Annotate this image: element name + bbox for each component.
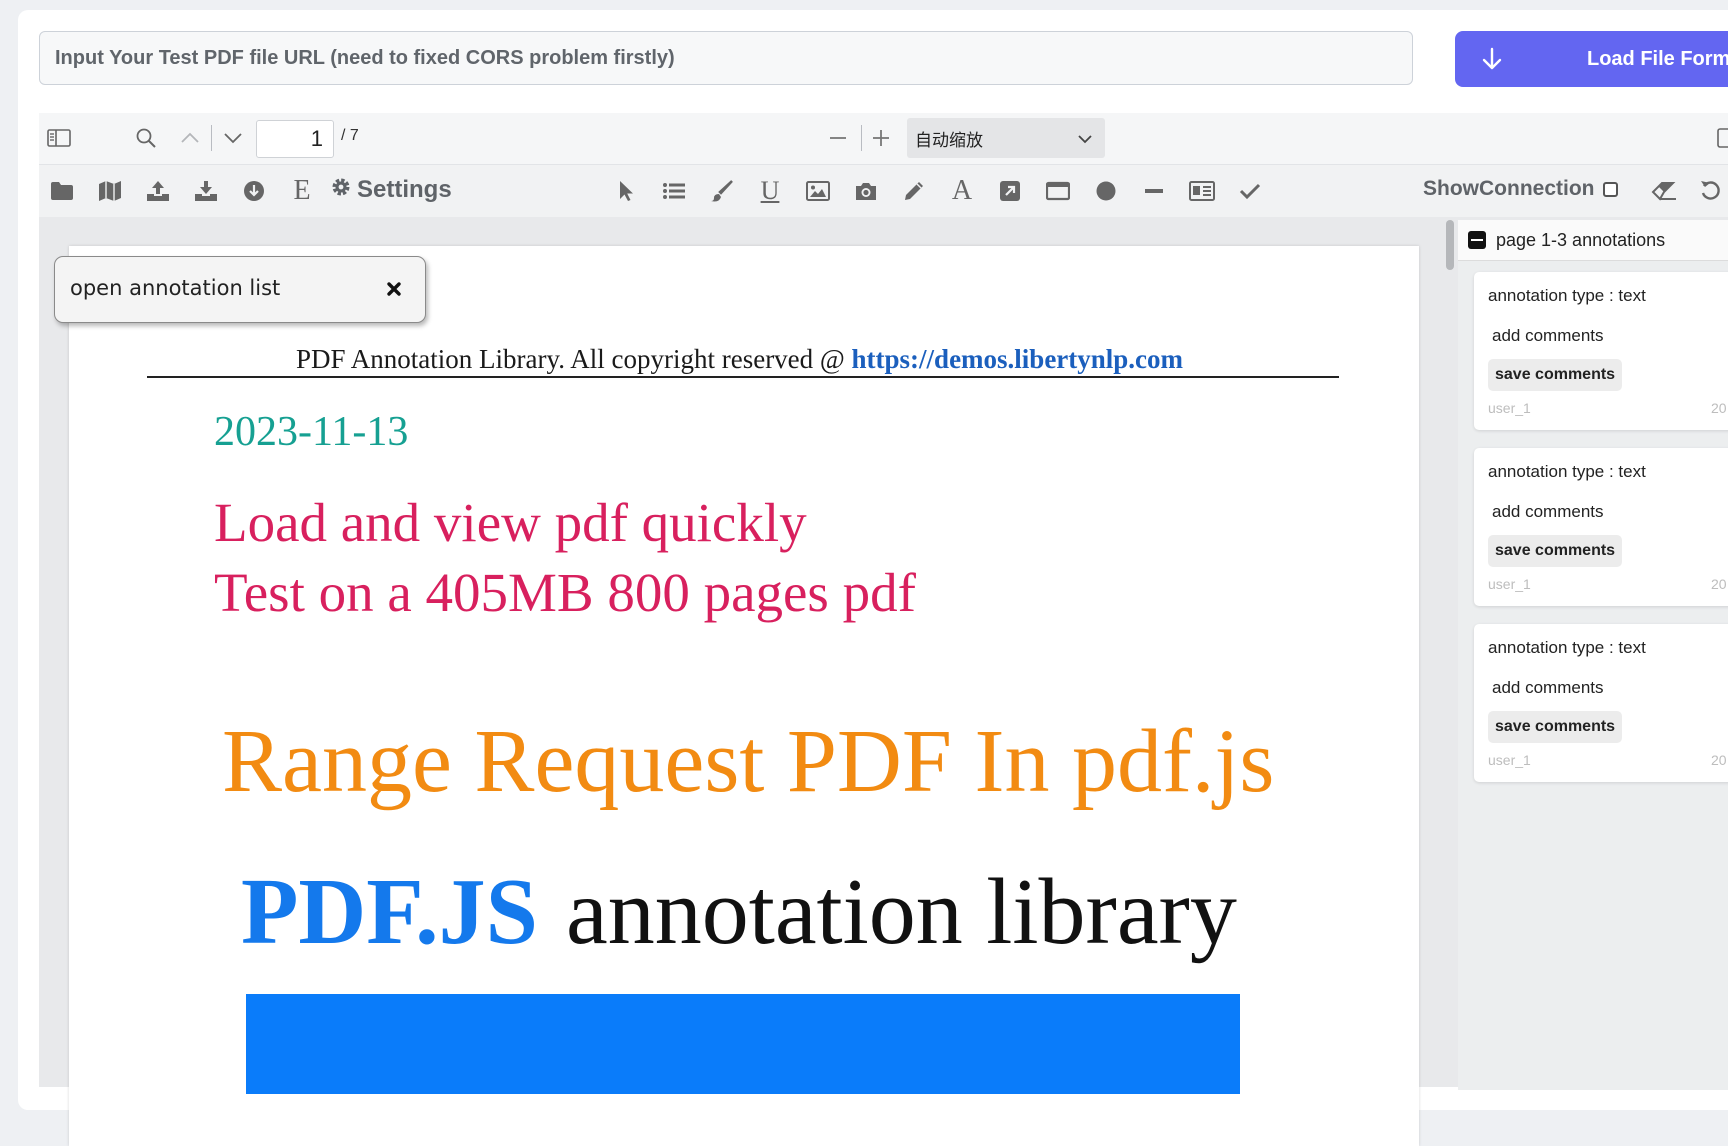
search-icon[interactable]	[134, 126, 158, 150]
annotation-type: annotation type : text	[1488, 286, 1646, 305]
pdf-header-link[interactable]: https://demos.libertynlp.com	[852, 344, 1184, 374]
viewer-scrollbar[interactable]	[1446, 220, 1454, 270]
show-connection-toggle: ShowConnection	[1423, 177, 1618, 201]
annotation-card: annotation type : text add comments save…	[1474, 448, 1728, 606]
pdf-js-label: PDF.JS	[241, 860, 538, 964]
chevron-down-icon	[1077, 130, 1093, 150]
annotation-user: user_1	[1488, 576, 1531, 592]
show-connection-checkbox[interactable]	[1602, 181, 1618, 197]
annotation-date: 20	[1711, 752, 1727, 768]
eraser-icon[interactable]	[1650, 177, 1678, 205]
close-icon[interactable]	[381, 276, 407, 302]
save-comments-button[interactable]: save comments	[1488, 711, 1623, 743]
annotations-panel-header[interactable]: page 1-3 annotations	[1458, 220, 1728, 261]
gear-icon	[331, 176, 351, 204]
circle-icon[interactable]	[1092, 177, 1120, 205]
viewer-toolbar: / 7 自动缩放	[39, 113, 1728, 165]
arrow-box-icon[interactable]	[996, 177, 1024, 205]
zoom-select[interactable]: 自动缩放	[907, 118, 1105, 158]
zoom-out-icon[interactable]	[827, 127, 849, 149]
select-pointer-icon[interactable]	[612, 177, 640, 205]
annotation-user: user_1	[1488, 752, 1531, 768]
annotation-type: annotation type : text	[1488, 638, 1646, 657]
open-annotation-list-popup[interactable]: open annotation list	[54, 256, 426, 323]
annotation-card: annotation type : text add comments save…	[1474, 624, 1728, 782]
arrow-down-icon	[1477, 47, 1507, 71]
text-icon[interactable]: A	[948, 175, 976, 206]
pdf-line-load-view: Load and view pdf quickly	[214, 492, 807, 553]
camera-icon[interactable]	[852, 177, 880, 205]
comment-input[interactable]: add comments	[1492, 678, 1604, 698]
annotation-user: user_1	[1488, 400, 1531, 416]
header-rule	[147, 376, 1339, 378]
previous-page-icon[interactable]	[179, 127, 201, 149]
presentation-mode-icon[interactable]	[1715, 127, 1728, 149]
pdf-range-title: Range Request PDF In pdf.js	[222, 712, 1275, 811]
toolbar-separator	[211, 125, 212, 151]
zoom-in-icon[interactable]	[870, 127, 892, 149]
zoom-select-value: 自动缩放	[915, 130, 983, 150]
annotation-toolbar: E Settings U A ShowConnection	[39, 165, 1728, 218]
next-page-icon[interactable]	[222, 127, 244, 149]
load-file-button[interactable]: Load File Form	[1455, 31, 1728, 87]
list-icon[interactable]	[660, 177, 688, 205]
load-file-button-label: Load File Form	[1587, 47, 1728, 70]
page-total-label: / 7	[341, 127, 359, 144]
comment-input[interactable]: add comments	[1492, 326, 1604, 346]
line-icon[interactable]	[1140, 177, 1168, 205]
download-circle-icon[interactable]	[240, 177, 268, 205]
export-e-icon[interactable]: E	[288, 175, 316, 206]
id-card-icon[interactable]	[1188, 177, 1216, 205]
blue-block	[246, 994, 1240, 1094]
annotations-panel-title: page 1-3 annotations	[1496, 229, 1666, 250]
save-comments-button[interactable]: save comments	[1488, 359, 1623, 391]
popup-text: open annotation list	[70, 276, 281, 300]
show-connection-label: ShowConnection	[1423, 177, 1595, 200]
page-number-input[interactable]	[256, 120, 334, 158]
annotation-type: annotation type : text	[1488, 462, 1646, 481]
pdf-header-text: PDF Annotation Library. All copyright re…	[296, 344, 852, 374]
upload-icon[interactable]	[144, 177, 172, 205]
comment-input[interactable]: add comments	[1492, 502, 1604, 522]
settings-label: Settings	[357, 176, 452, 203]
settings-button[interactable]: Settings	[331, 176, 452, 204]
image-icon[interactable]	[804, 177, 832, 205]
check-icon[interactable]	[1236, 177, 1264, 205]
collapse-icon[interactable]	[1468, 231, 1486, 249]
folder-icon[interactable]	[48, 177, 76, 205]
rectangle-icon[interactable]	[1044, 177, 1072, 205]
sidebar-toggle-icon[interactable]	[47, 127, 71, 149]
pdf-date: 2023-11-13	[214, 409, 409, 455]
save-comments-button[interactable]: save comments	[1488, 535, 1623, 567]
annotation-card: annotation type : text add comments save…	[1474, 272, 1728, 430]
pencil-icon[interactable]	[900, 177, 928, 205]
annotation-date: 20	[1711, 576, 1727, 592]
pdf-line-test: Test on a 405MB 800 pages pdf	[214, 562, 916, 623]
pdf-url-input[interactable]	[39, 31, 1413, 85]
brush-icon[interactable]	[708, 177, 736, 205]
map-icon[interactable]	[96, 177, 124, 205]
download-icon[interactable]	[192, 177, 220, 205]
pdf-header-line: PDF Annotation Library. All copyright re…	[296, 344, 1183, 375]
underline-icon[interactable]: U	[756, 176, 784, 205]
undo-icon[interactable]	[1697, 177, 1725, 205]
toolbar-separator	[861, 125, 862, 151]
annotation-date: 20	[1711, 400, 1727, 416]
pdf-annotation-library-label: annotation library	[566, 860, 1237, 964]
